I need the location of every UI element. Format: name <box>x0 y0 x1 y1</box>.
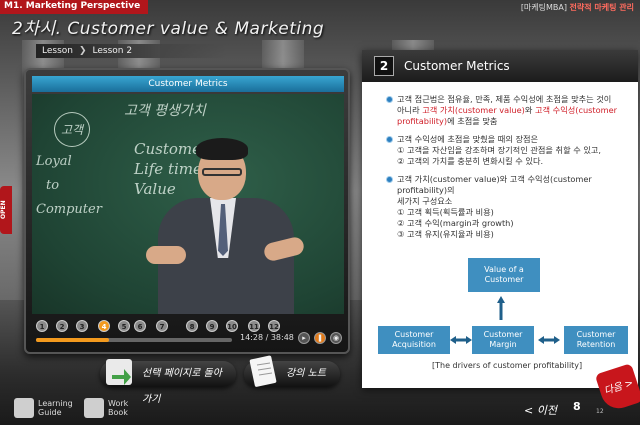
bullet-text: ③ 고객 유지(유지율과 비용) <box>397 229 494 239</box>
return-arrow-icon <box>106 359 132 385</box>
video-title: Customer Metrics <box>32 76 344 92</box>
content-panel: 2 Customer Metrics 고객 접근법은 점유율, 만족, 제품 수… <box>362 50 638 388</box>
current-page: 8 <box>573 400 581 413</box>
learning-guide-line: Learning <box>38 399 73 408</box>
breadcrumb-current: Lesson 2 <box>92 46 133 56</box>
highlight-text: 고객 가치(customer value) <box>422 105 525 115</box>
chalk-text: Loyal <box>36 154 72 169</box>
program-prefix: [마케팅MBA] <box>520 3 567 12</box>
arrow-up-icon <box>497 296 505 320</box>
learning-guide-button[interactable]: Learning Guide <box>14 398 73 418</box>
bullet-text-part: 아니라 <box>397 105 423 115</box>
lecturer-hair <box>196 138 248 160</box>
open-side-tab[interactable]: OPEN <box>0 186 12 234</box>
bullet-text-part: 에 초점을 맞춤 <box>447 116 498 126</box>
diagram-box-acquisition: Customer Acquisition <box>378 326 450 354</box>
chapter-marker[interactable]: 5 <box>118 320 130 332</box>
workbook-button[interactable]: Work Book <box>84 398 128 418</box>
chapter-marker[interactable]: 4 <box>98 320 110 332</box>
breadcrumb: Lesson ❯ Lesson 2 <box>36 44 226 58</box>
bullet-text: 고객 접근법은 점유율, 만족, 제품 수익성에 초점을 맞추는 것이 <box>397 94 612 104</box>
bullet-text: 고객 수익성에 초점을 맞췄을 때의 장점은 <box>397 134 539 144</box>
chalk-text: 고객 <box>54 112 91 147</box>
workbook-line: Work <box>108 399 129 408</box>
bullet-text: 세가지 구성요소 <box>397 196 453 206</box>
chalk-text: to <box>46 178 60 193</box>
workbook-line: Book <box>108 408 128 417</box>
program-name: 전략적 마케팅 관리 <box>569 3 634 12</box>
bullet-text: ① 고객 획득(획득률과 비용) <box>397 207 494 217</box>
bullet-text: ② 고객의 가치를 충분히 변화시킬 수 있다. <box>397 156 544 166</box>
learning-guide-line: Guide <box>38 408 62 417</box>
progress-fill <box>36 338 109 342</box>
prev-button[interactable]: < 이전 <box>524 402 557 418</box>
volume-button[interactable]: ◉ <box>330 332 342 344</box>
course-label: M1. Marketing Perspective <box>0 0 149 14</box>
chapter-marker[interactable]: 11 <box>248 320 260 332</box>
learning-guide-icon <box>14 398 34 418</box>
bullet-text-part: 와 <box>524 105 535 115</box>
pause-button[interactable]: ❚ <box>314 332 326 344</box>
panel-header: 2 Customer Metrics <box>362 50 638 82</box>
chapter-marker[interactable]: 12 <box>268 320 280 332</box>
diagram-box-retention: Customer Retention <box>564 326 628 354</box>
chapter-marker[interactable]: 8 <box>186 320 198 332</box>
diagram-box-margin: Customer Margin <box>472 326 534 354</box>
chalk-text: Computer <box>36 202 102 217</box>
lecture-notes-button[interactable]: 강의 노트 <box>244 355 340 387</box>
lecturer-hand <box>146 246 186 264</box>
bullet-icon <box>386 96 393 103</box>
bullet-text: ① 고객을 자산임을 강조하며 장기적인 관점을 취할 수 있고, <box>397 145 602 155</box>
bullet-item: 고객 가치(customer value)와 고객 수익성(customer p… <box>386 174 636 240</box>
chapter-marker[interactable]: 10 <box>226 320 238 332</box>
bullet-item: 고객 접근법은 점유율, 만족, 제품 수익성에 초점을 맞추는 것이 아니라 … <box>386 94 636 127</box>
workbook-label: Work Book <box>108 399 128 417</box>
time-readout: 14:28 / 38:48 <box>240 333 294 342</box>
video-player: Customer Metrics 고객 평생가치 Customer Life t… <box>24 68 350 354</box>
notes-icon <box>249 355 277 387</box>
panel-number: 2 <box>374 56 394 76</box>
chapter-marker[interactable]: 3 <box>76 320 88 332</box>
bullet-icon <box>386 136 393 143</box>
workbook-icon <box>84 398 104 418</box>
breadcrumb-lesson[interactable]: Lesson <box>42 46 73 56</box>
program-label: [마케팅MBA] 전략적 마케팅 관리 <box>521 2 634 13</box>
bullet-text: 아니라 고객 가치(customer value)와 고객 수익성(custom… <box>397 105 636 127</box>
skip-button[interactable]: ▸ <box>298 332 310 344</box>
diagram-box-value: Value of a Customer <box>468 258 540 292</box>
progress-bar[interactable] <box>36 338 232 342</box>
bullet-icon <box>386 176 393 183</box>
breadcrumb-separator: ❯ <box>78 46 87 56</box>
double-arrow-icon <box>450 336 472 344</box>
panel-title: Customer Metrics <box>404 59 510 73</box>
chapter-marker[interactable]: 6 <box>134 320 146 332</box>
return-to-selection-button[interactable]: 선택 페이지로 돌아가기 <box>100 359 236 405</box>
chapter-marker[interactable]: 1 <box>36 320 48 332</box>
learning-guide-label: Learning Guide <box>38 399 73 417</box>
total-pages: 12 <box>596 408 604 415</box>
double-arrow-icon <box>538 336 560 344</box>
page-title: 2차시. Customer value & Marketing <box>12 19 325 39</box>
lecturer <box>146 136 306 314</box>
lecture-notes-label: 강의 노트 <box>286 368 326 379</box>
chalk-text: 고객 평생가치 <box>124 103 206 119</box>
chapter-marker[interactable]: 2 <box>56 320 68 332</box>
bullet-item: 고객 수익성에 초점을 맞췄을 때의 장점은 ① 고객을 자산임을 강조하며 장… <box>386 134 636 167</box>
diagram-caption: [The drivers of customer profitability] <box>432 361 583 370</box>
video-controls: 1 2 3 4 5 6 7 8 9 10 11 12 14:28 / 38:48 ▸ ❚ ◉ <box>32 318 344 350</box>
lecturer-glasses <box>202 168 242 176</box>
bullet-text: ② 고객 수익(margin과 growth) <box>397 218 514 228</box>
bullet-list: 고객 접근법은 점유율, 만족, 제품 수익성에 초점을 맞추는 것이 아니라 … <box>386 94 636 247</box>
video-screen[interactable]: 고객 평생가치 Customer Life time Value Loyal t… <box>32 94 344 314</box>
bullet-text: 고객 가치(customer value)와 고객 수익성(customer p… <box>397 174 592 195</box>
chapter-marker[interactable]: 9 <box>206 320 218 332</box>
chapter-marker[interactable]: 7 <box>156 320 168 332</box>
